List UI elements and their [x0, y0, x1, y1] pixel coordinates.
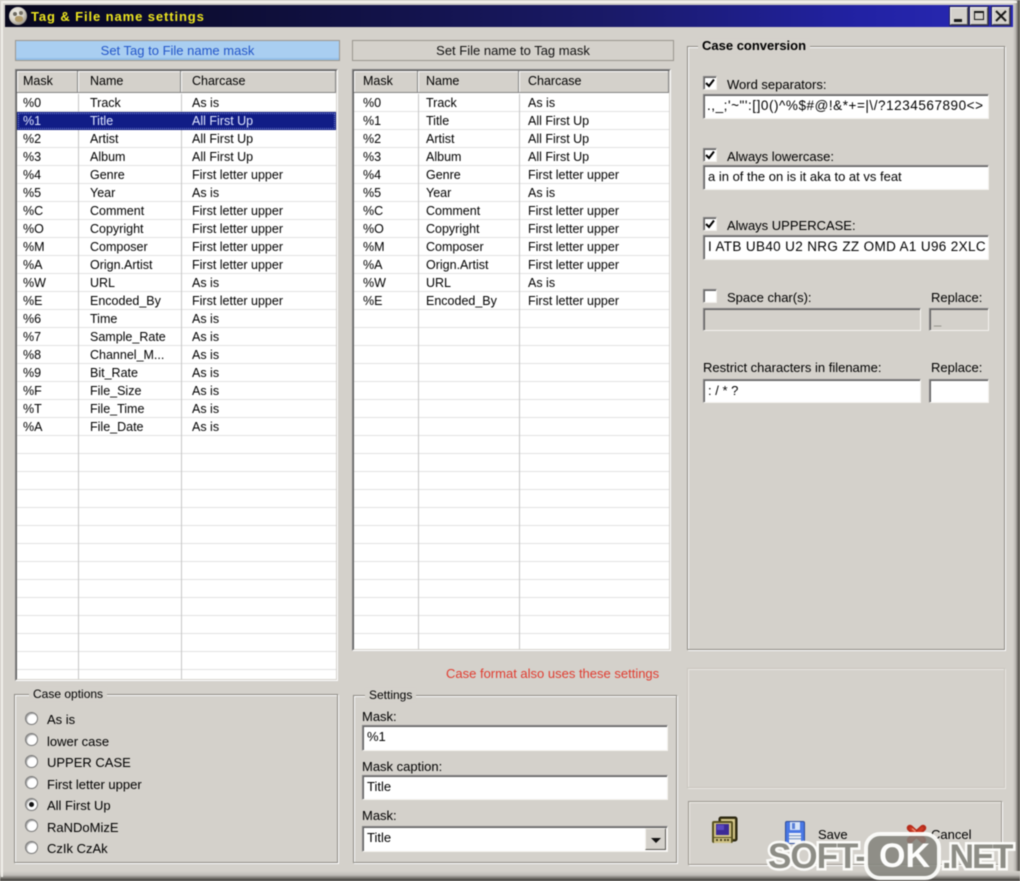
svg-text:SOFT-: SOFT- [768, 837, 866, 876]
svg-text:OK: OK [879, 837, 930, 875]
svg-text:.NET: .NET [942, 838, 1014, 876]
